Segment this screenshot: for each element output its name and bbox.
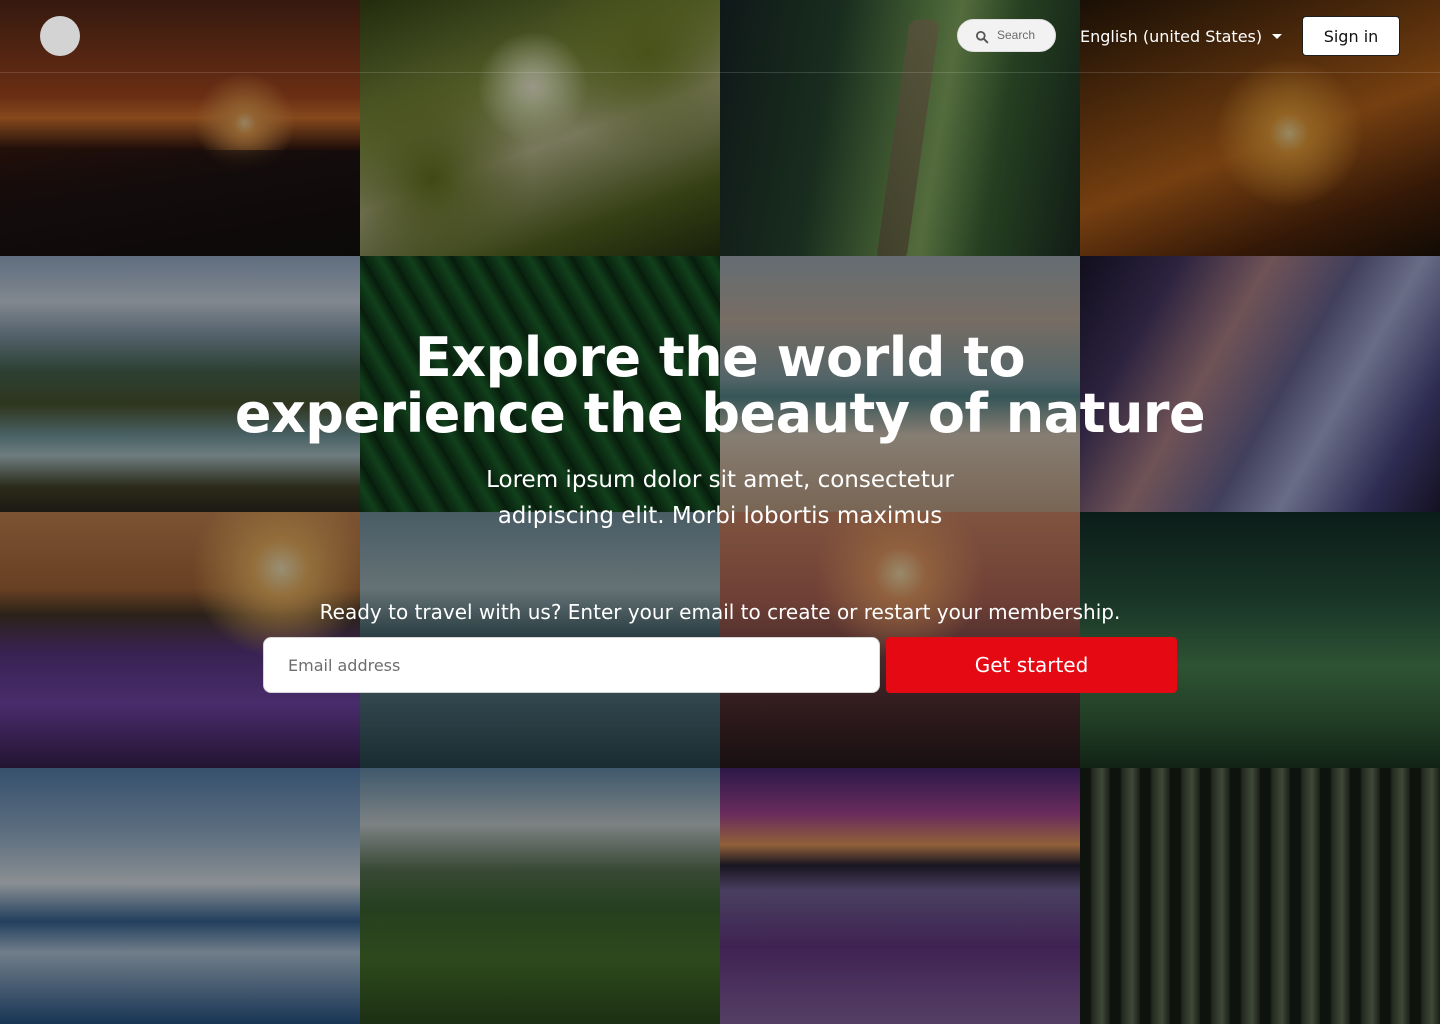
search-icon xyxy=(975,29,989,44)
sign-in-button[interactable]: Sign in xyxy=(1302,16,1400,56)
language-label: English (united States) xyxy=(1080,26,1263,46)
hero-subtitle-line-2: adipiscing elit. Morbi lobortis maximus xyxy=(497,503,943,529)
landing-page: Search English (united States) Sign in E… xyxy=(0,0,1440,1024)
caret-down-icon xyxy=(1272,33,1283,39)
logo-avatar[interactable] xyxy=(40,16,80,56)
hero-title-line-1: Explore the world to xyxy=(414,326,1026,389)
hero-subtitle-line-1: Lorem ipsum dolor sit amet, consectetur xyxy=(486,467,954,493)
language-selector[interactable]: English (united States) xyxy=(1080,24,1283,48)
membership-prompt: Ready to travel with us? Enter your emai… xyxy=(319,600,1121,624)
email-field[interactable] xyxy=(263,637,880,693)
hero-subtitle: Lorem ipsum dolor sit amet, consectetur … xyxy=(0,462,1440,534)
hero-title-line-2: experience the beauty of nature xyxy=(234,382,1206,445)
search-placeholder: Search xyxy=(997,28,1036,42)
search-bar[interactable]: Search xyxy=(957,19,1056,52)
top-navbar: Search English (united States) Sign in xyxy=(0,0,1440,73)
get-started-button[interactable]: Get started xyxy=(886,637,1177,693)
hero-title: Explore the world to experience the beau… xyxy=(0,330,1440,442)
